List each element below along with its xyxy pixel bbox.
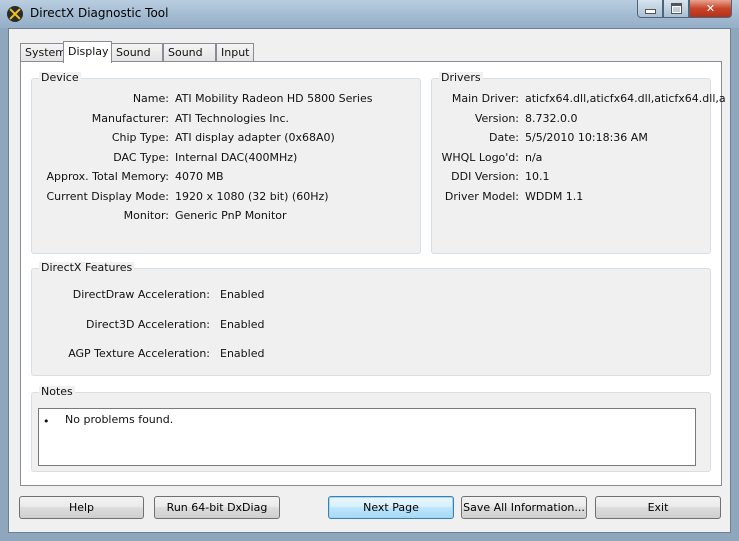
drivers-group: Drivers Main Driver: aticfx64.dll,aticfx6… xyxy=(431,72,726,254)
driver-field-label: DDI Version: xyxy=(451,170,519,183)
feature-field-label: Direct3D Acceleration: xyxy=(86,317,210,331)
tab-system[interactable]: System xyxy=(20,43,66,62)
run-64bit-dxdiag-button[interactable]: Run 64-bit DxDiag xyxy=(154,496,280,519)
device-group: Device Name: ATI Mobility Radeon HD 5800 … xyxy=(31,72,421,254)
device-field-label: Chip Type: xyxy=(111,131,169,144)
notes-group: Notes • No problems found. xyxy=(31,386,711,472)
driver-field-value: aticfx64.dll,aticfx64.dll,aticfx64.dll,a xyxy=(525,92,726,105)
note-item: No problems found. xyxy=(65,413,174,426)
close-icon: ✕ xyxy=(705,2,716,15)
help-button[interactable]: Help xyxy=(19,496,144,519)
driver-field-label: Version: xyxy=(474,111,519,125)
maximize-icon xyxy=(670,3,682,14)
device-field-value: Internal DAC(400MHz) xyxy=(175,150,298,164)
directx-icon xyxy=(7,6,23,22)
client-area: System Display Sound 1 Sound 2 Input Dev… xyxy=(8,28,731,533)
driver-field-value: 10.1 xyxy=(525,170,550,183)
driver-field-label: Driver Model: xyxy=(444,189,519,203)
save-all-information-button[interactable]: Save All Information... xyxy=(461,496,587,519)
drivers-group-title: Drivers xyxy=(439,71,483,84)
device-group-title: Device xyxy=(39,71,81,84)
device-field-label: Monitor: xyxy=(123,209,169,222)
driver-field-label: Main Driver: xyxy=(451,92,519,105)
caption-buttons: ✕ xyxy=(637,0,732,18)
notes-title: Notes xyxy=(39,385,75,398)
maximize-button[interactable] xyxy=(663,0,689,18)
bullet-icon: • xyxy=(43,415,50,428)
directx-features-title: DirectX Features xyxy=(39,261,135,274)
minimize-icon xyxy=(644,9,656,14)
window-title: DirectX Diagnostic Tool xyxy=(30,6,169,20)
tab-sound-1[interactable]: Sound 1 xyxy=(111,43,163,77)
device-field-value: ATI Technologies Inc. xyxy=(175,111,290,125)
device-field-label: Approx. Total Memory: xyxy=(46,170,170,183)
tab-input[interactable]: Input xyxy=(216,43,254,62)
device-field-value: 1920 x 1080 (32 bit) (60Hz) xyxy=(175,189,329,203)
feature-field-value: Enabled xyxy=(220,347,265,360)
feature-field-value: Enabled xyxy=(220,288,265,301)
device-field-label: Manufacturer: xyxy=(91,111,169,125)
driver-field-label: WHQL Logo'd: xyxy=(441,150,519,164)
display-tab-panel: Device Name: ATI Mobility Radeon HD 5800 … xyxy=(20,61,726,486)
device-field-value: 4070 MB xyxy=(175,170,224,183)
feature-field-value: Enabled xyxy=(220,317,265,331)
driver-field-value: 5/5/2010 10:18:36 AM xyxy=(525,131,648,144)
device-field-value: ATI Mobility Radeon HD 5800 Series xyxy=(175,92,373,105)
next-page-button[interactable]: Next Page xyxy=(328,496,454,519)
minimize-button[interactable] xyxy=(637,0,663,18)
tab-display[interactable]: Display xyxy=(63,41,112,63)
driver-field-value: 8.732.0.0 xyxy=(525,111,578,125)
device-field-label: DAC Type: xyxy=(113,150,169,164)
directx-features-group: DirectX Features DirectDraw Acceleration… xyxy=(31,262,711,376)
driver-field-value: WDDM 1.1 xyxy=(525,189,584,203)
device-field-value: Generic PnP Monitor xyxy=(175,209,287,222)
app-window: DirectX Diagnostic Tool ✕ System Display… xyxy=(0,0,739,541)
close-button[interactable]: ✕ xyxy=(689,0,732,18)
exit-button[interactable]: Exit xyxy=(595,496,721,519)
title-bar[interactable]: DirectX Diagnostic Tool ✕ xyxy=(0,0,739,28)
notes-textbox[interactable]: • No problems found. xyxy=(38,408,696,466)
tab-sound-2[interactable]: Sound 2 xyxy=(163,43,216,77)
feature-field-label: AGP Texture Acceleration: xyxy=(68,347,210,360)
device-field-label: Name: xyxy=(132,92,169,105)
driver-field-label: Date: xyxy=(489,131,519,144)
feature-field-label: DirectDraw Acceleration: xyxy=(72,288,210,301)
device-field-label: Current Display Mode: xyxy=(46,189,169,203)
driver-field-value: n/a xyxy=(525,150,543,164)
device-field-value: ATI display adapter (0x68A0) xyxy=(175,131,335,144)
